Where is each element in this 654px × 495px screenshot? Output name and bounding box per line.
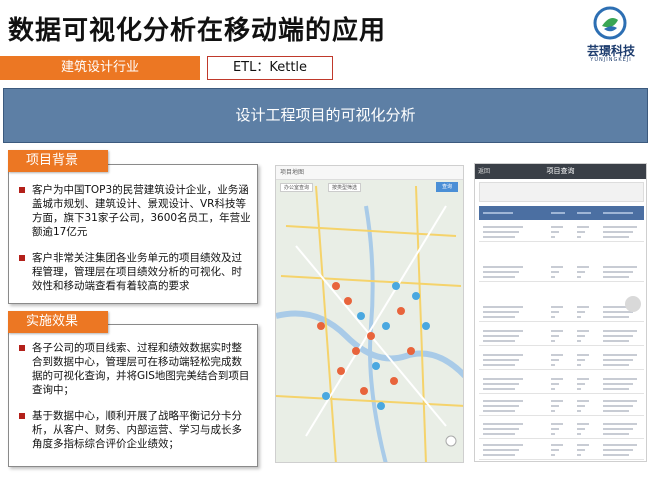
table-screenshot: 返回 项目查询: [474, 163, 647, 462]
table-title: 项目查询: [546, 167, 575, 175]
logo-emblem-icon: [593, 6, 627, 40]
map-search-button[interactable]: 查询: [436, 182, 458, 192]
table-row[interactable]: [479, 419, 644, 439]
bullet-marker: [19, 413, 25, 419]
bullet-marker: [19, 187, 25, 193]
table-row[interactable]: [479, 222, 644, 242]
industry-tag: 建筑设计行业: [0, 56, 200, 80]
map-canvas: [276, 166, 463, 462]
map-screenshot: 项目地图 办公室查询 按类型筛选 查询: [275, 165, 464, 463]
background-label: 项目背景: [8, 150, 108, 172]
table-row[interactable]: [479, 302, 644, 322]
list-item: 客户非常关注集团各业务单元的项目绩效及过程管理，管理层在项目绩效分析的可视化、时…: [19, 251, 251, 293]
table-row[interactable]: [479, 374, 644, 394]
table-search-input[interactable]: [479, 182, 644, 202]
bullet-marker: [19, 345, 25, 351]
bullet-text: 基于数据中心，顺利开展了战略平衡记分卡分析，从客户、财务、内部运营、学习与成长多…: [32, 410, 242, 450]
table-row[interactable]: [479, 396, 644, 416]
table-row[interactable]: [479, 350, 644, 370]
result-label: 实施效果: [8, 311, 108, 333]
office-filter[interactable]: 办公室查询: [280, 183, 314, 192]
table-row[interactable]: [479, 326, 644, 346]
background-list: 客户为中国TOP3的民营建筑设计企业，业务涵盖城市规划、建筑设计、景观设计、VR…: [19, 183, 251, 303]
table-header: 返回 项目查询: [475, 164, 646, 179]
back-button[interactable]: 返回: [478, 164, 490, 179]
table-row[interactable]: [479, 440, 644, 460]
list-item: 客户为中国TOP3的民营建筑设计企业，业务涵盖城市规划、建筑设计、景观设计、VR…: [19, 183, 251, 239]
list-item: 各子公司的项目线索、过程和绩效数据实时整合到数据中心，管理层可在移动端轻松完成数…: [19, 341, 251, 397]
type-filter[interactable]: 按类型筛选: [328, 183, 362, 192]
etl-tag: ETL：Kettle: [207, 56, 333, 80]
bullet-text: 客户非常关注集团各业务单元的项目绩效及过程管理，管理层在项目绩效分析的可视化、时…: [32, 252, 242, 292]
page-title: 数据可视化分析在移动端的应用: [8, 16, 387, 46]
result-list: 各子公司的项目线索、过程和绩效数据实时整合到数据中心，管理层可在移动端轻松完成数…: [19, 341, 251, 461]
map-header: 项目地图: [276, 166, 463, 180]
zoom-icon[interactable]: [445, 435, 457, 447]
table-row[interactable]: [479, 262, 644, 282]
company-logo: 芸璟科技 YUNJINGKEJI: [580, 6, 642, 64]
logo-subtitle: YUNJINGKEJI: [590, 57, 632, 63]
bullet-text: 各子公司的项目线索、过程和绩效数据实时整合到数据中心，管理层可在移动端轻松完成数…: [32, 342, 250, 396]
list-item: 基于数据中心，顺利开展了战略平衡记分卡分析，从客户、财务、内部运营、学习与成长多…: [19, 409, 251, 451]
bullet-marker: [19, 255, 25, 261]
result-panel: 各子公司的项目线索、过程和绩效数据实时整合到数据中心，管理层可在移动端轻松完成数…: [8, 324, 258, 467]
section-banner: 设计工程项目的可视化分析: [3, 88, 648, 143]
background-panel: 客户为中国TOP3的民营建筑设计企业，业务涵盖城市规划、建筑设计、景观设计、VR…: [8, 164, 258, 304]
table-column-header: [479, 206, 644, 220]
scroll-indicator-icon[interactable]: [625, 296, 641, 312]
bullet-text: 客户为中国TOP3的民营建筑设计企业，业务涵盖城市规划、建筑设计、景观设计、VR…: [32, 184, 251, 238]
